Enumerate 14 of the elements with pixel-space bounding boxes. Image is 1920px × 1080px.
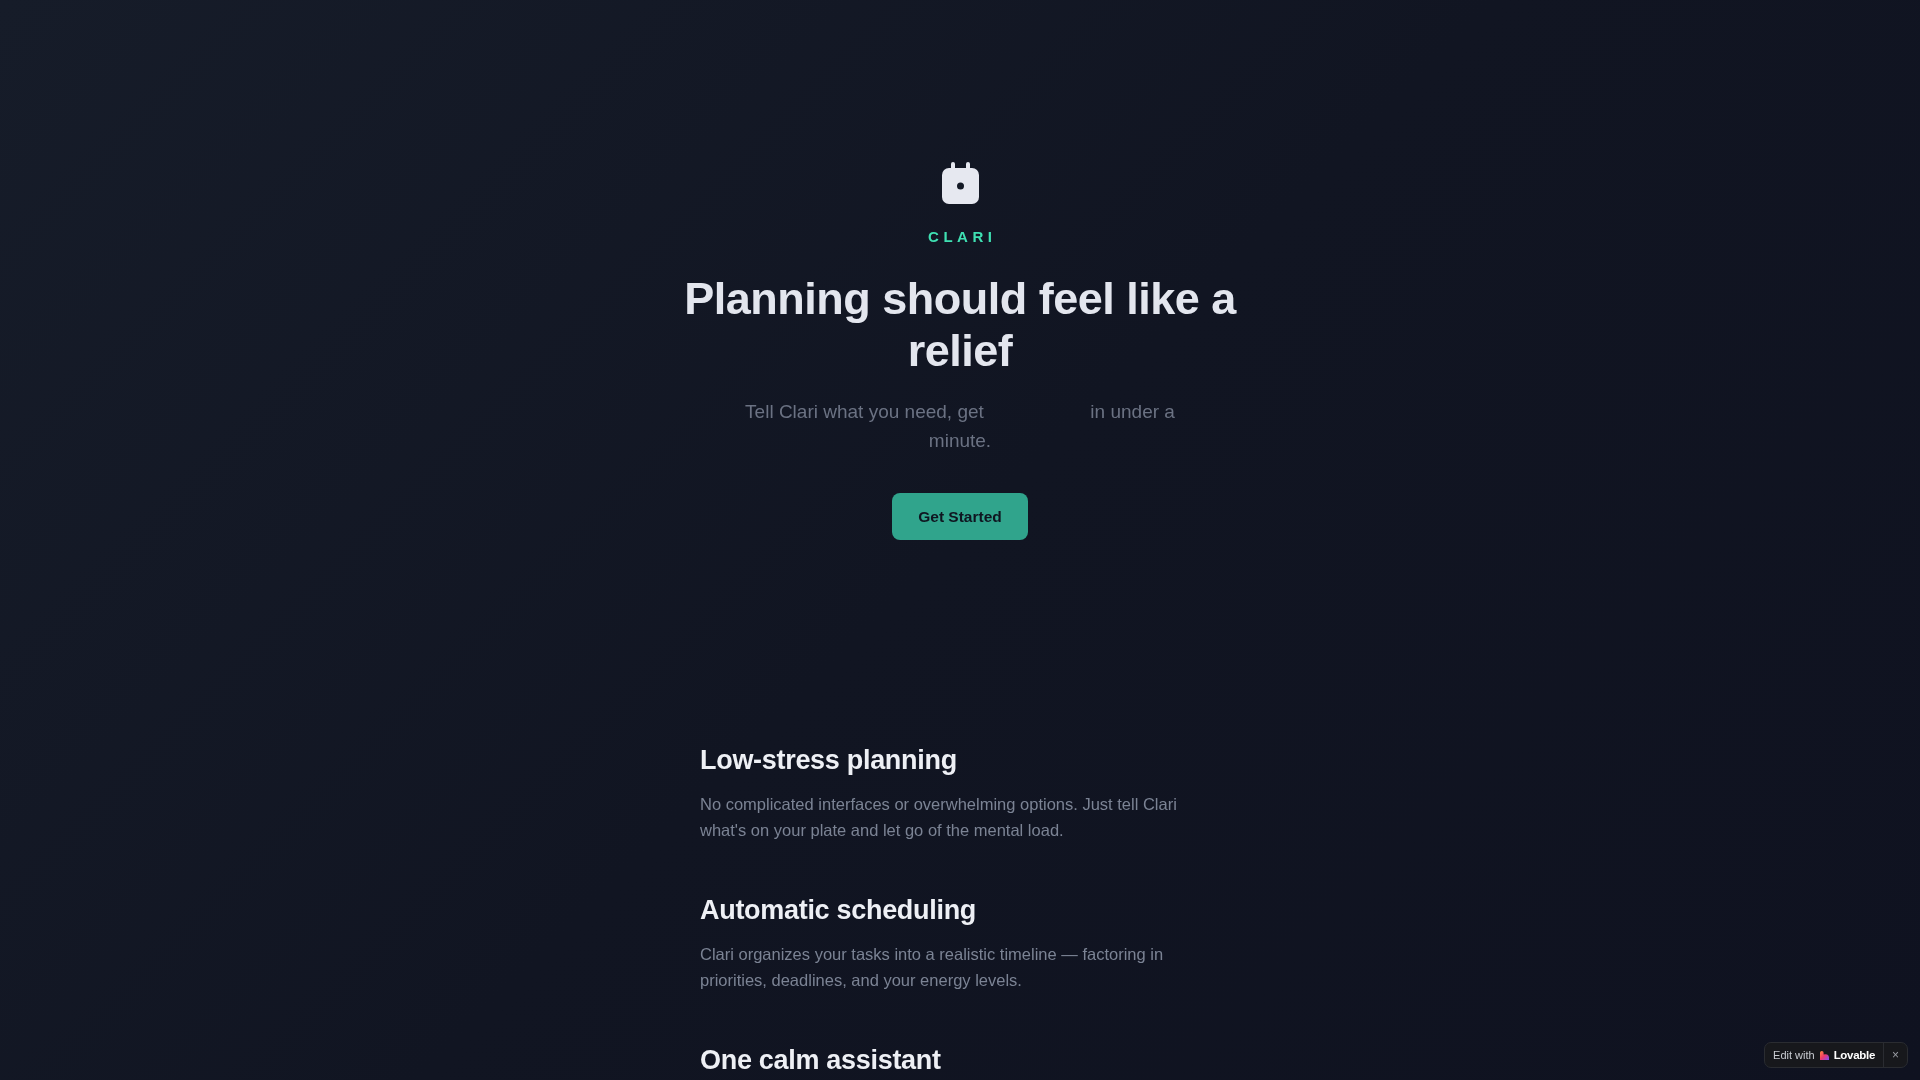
edit-with-link[interactable]: Edit with Lovable bbox=[1765, 1049, 1883, 1061]
badge-brand: Lovable bbox=[1833, 1049, 1875, 1061]
hero-subtitle: Tell Clari what you need, get in under a minute. bbox=[744, 400, 1176, 453]
badge-label: Edit with bbox=[1773, 1049, 1815, 1061]
feature-description: No complicated interfaces or overwhelming options. Just tell Clari what's on your plate and let go of the mental load. bbox=[700, 794, 1178, 841]
feature-title: Automatic scheduling bbox=[700, 894, 978, 927]
feature-description: Clari organizes your tasks into a realistic timeline — factoring in priorities, deadlines, and your energy levels. bbox=[700, 944, 1165, 991]
feature-title: Low-stress planning bbox=[700, 744, 958, 777]
calendar-icon bbox=[941, 162, 979, 204]
feature-title: One calm assistant bbox=[700, 1044, 942, 1077]
hero-headline: Planning should feel like a relief bbox=[683, 273, 1238, 377]
brand-name: CLARI bbox=[927, 228, 997, 245]
get-started-button[interactable]: Get Started bbox=[892, 493, 1028, 540]
close-button[interactable]: × bbox=[1883, 1043, 1907, 1067]
